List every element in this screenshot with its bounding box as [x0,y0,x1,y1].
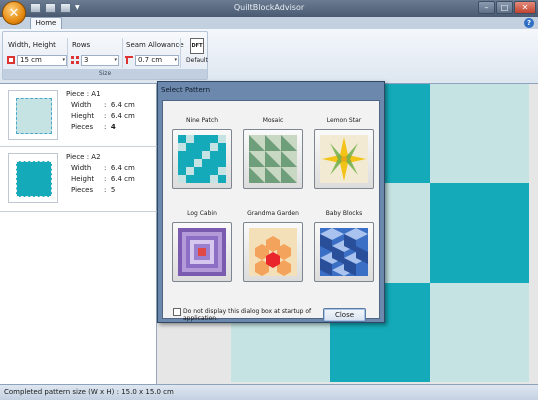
colon: : [104,101,111,109]
piece-height: 6.4 cm [110,175,135,183]
close-button[interactable]: Close [323,308,366,322]
default-label: Default [186,57,208,64]
piece-divider [0,146,157,147]
default-button[interactable]: DFT Default [185,38,209,64]
height-key: Hieght [71,112,95,120]
pattern-name: Grandma Garden [247,210,299,217]
pattern-tile[interactable] [243,129,303,189]
window-controls: – □ ✕ [478,1,536,14]
piece-a1[interactable]: Piece : A1 Width: 6.4 cm Hieght: 6.4 cm … [5,87,155,145]
chevron-down-icon[interactable]: ▾ [62,56,65,65]
rows-label: Rows [72,41,91,49]
pattern-lemon-star[interactable]: Lemon Star [314,109,374,189]
pattern-mosaic[interactable]: Mosaic [243,109,303,189]
separator [122,38,123,68]
baby-blocks-icon [320,228,368,276]
colon: : [104,164,111,172]
pattern-nine-patch[interactable]: Nine Patch [172,109,232,189]
close-window-button[interactable]: ✕ [514,1,536,14]
dialog-title: Select Pattern [161,86,211,94]
colon: : [104,186,111,194]
default-icon: DFT [190,38,204,54]
help-icon[interactable]: ? [524,18,534,28]
tab-home[interactable]: Home [30,17,62,29]
piece-swatch [16,161,52,197]
width-key: Width [71,164,92,172]
lemon-star-icon [320,135,368,183]
separator [67,38,68,68]
dont-show-label: Do not display this dialog box at startu… [183,308,312,322]
colon: : [104,112,111,120]
size-group-label: Size [3,69,207,79]
rows-input[interactable]: 3 ▾ [81,54,119,66]
quilt-block [429,84,529,184]
piece-info: Piece : A1 Width: 6.4 cm Hieght: 6.4 cm … [66,89,135,133]
pattern-log-cabin[interactable]: Log Cabin [172,202,232,282]
ruler-icon [7,56,15,64]
separator [180,38,181,68]
piece-height: 6.4 cm [110,112,135,120]
pieces-key: Pieces [71,123,94,131]
pattern-name: Lemon Star [326,117,362,124]
status-bar: Completed pattern size (W x H) : 15.0 x … [0,384,538,400]
mosaic-icon [249,135,297,183]
pattern-tile[interactable] [243,222,303,282]
pattern-baby-blocks[interactable]: Baby Blocks [314,202,374,282]
quilt-block [429,282,529,382]
pieces-key: Pieces [71,186,94,194]
colon: : [104,123,111,131]
ribbon-tab-row: Home ? [0,17,538,29]
window-title: QuiltBlockAdvisor [233,3,305,12]
piece-count: 5 [110,186,116,194]
size-group: Width, Height 15 cm ▾ Rows 3 ▾ Seam Allowa… [2,31,208,80]
colon: : [104,175,111,183]
pattern-tile[interactable] [172,129,232,189]
seam-allowance-field: 0.7 cm ▾ [125,54,179,66]
piece-a2[interactable]: Piece : A2 Width: 6.4 cm Height: 6.4 cm … [5,150,155,208]
pattern-tile[interactable] [172,222,232,282]
piece-title: Piece : A1 [66,90,101,98]
width-height-field: 15 cm ▾ [7,54,67,66]
application-menu-button[interactable]: ✕ [2,1,26,25]
grandma-garden-icon [249,228,297,276]
log-cabin-icon [178,228,226,276]
piece-swatch [16,98,52,134]
chevron-down-icon[interactable]: ▾ [114,56,117,65]
dialog-body: Nine Patch Mosaic Lemon Star Log Cabin G… [162,100,380,322]
piece-width: 6.4 cm [110,164,135,172]
pattern-name: Mosaic [262,117,284,124]
title-bar: ▼ QuiltBlockAdvisor – □ ✕ [0,0,538,17]
rows-field: 3 ▾ [71,54,119,66]
pattern-tile[interactable] [314,129,374,189]
piece-count: 4 [110,123,116,131]
width-key: Width [71,101,92,109]
pieces-panel: Piece : A1 Width: 6.4 cm Hieght: 6.4 cm … [0,84,157,384]
chevron-down-icon[interactable]: ▾ [174,56,177,65]
rows-icon [71,56,79,64]
quilt-block [429,183,529,283]
seam-icon [125,56,133,64]
piece-thumbnail [8,153,58,203]
ribbon: Width, Height 15 cm ▾ Rows 3 ▾ Seam Allowa… [0,29,538,84]
piece-divider [0,211,157,212]
height-key: Height [71,175,95,183]
piece-info: Piece : A2 Width: 6.4 cm Height: 6.4 cm … [66,152,135,196]
pattern-tile[interactable] [314,222,374,282]
width-height-input[interactable]: 15 cm ▾ [17,54,67,66]
minimize-button[interactable]: – [478,1,495,14]
piece-width: 6.4 cm [110,101,135,109]
seam-allowance-input[interactable]: 0.7 cm ▾ [135,54,179,66]
nine-patch-icon [178,135,226,183]
piece-thumbnail [8,90,58,140]
seam-allowance-label: Seam Allowance [126,41,184,49]
pattern-name: Nine Patch [185,117,219,124]
piece-title: Piece : A2 [66,153,101,161]
maximize-button[interactable]: □ [496,1,513,14]
width-height-label: Width, Height [8,41,56,49]
pattern-grandma-garden[interactable]: Grandma Garden [243,202,303,282]
pattern-name: Log Cabin [187,210,217,217]
pattern-name: Baby Blocks [325,210,363,217]
select-pattern-dialog: Select Pattern Nine Patch Mosaic Lemon S… [157,81,385,323]
dont-show-checkbox[interactable] [173,308,181,316]
